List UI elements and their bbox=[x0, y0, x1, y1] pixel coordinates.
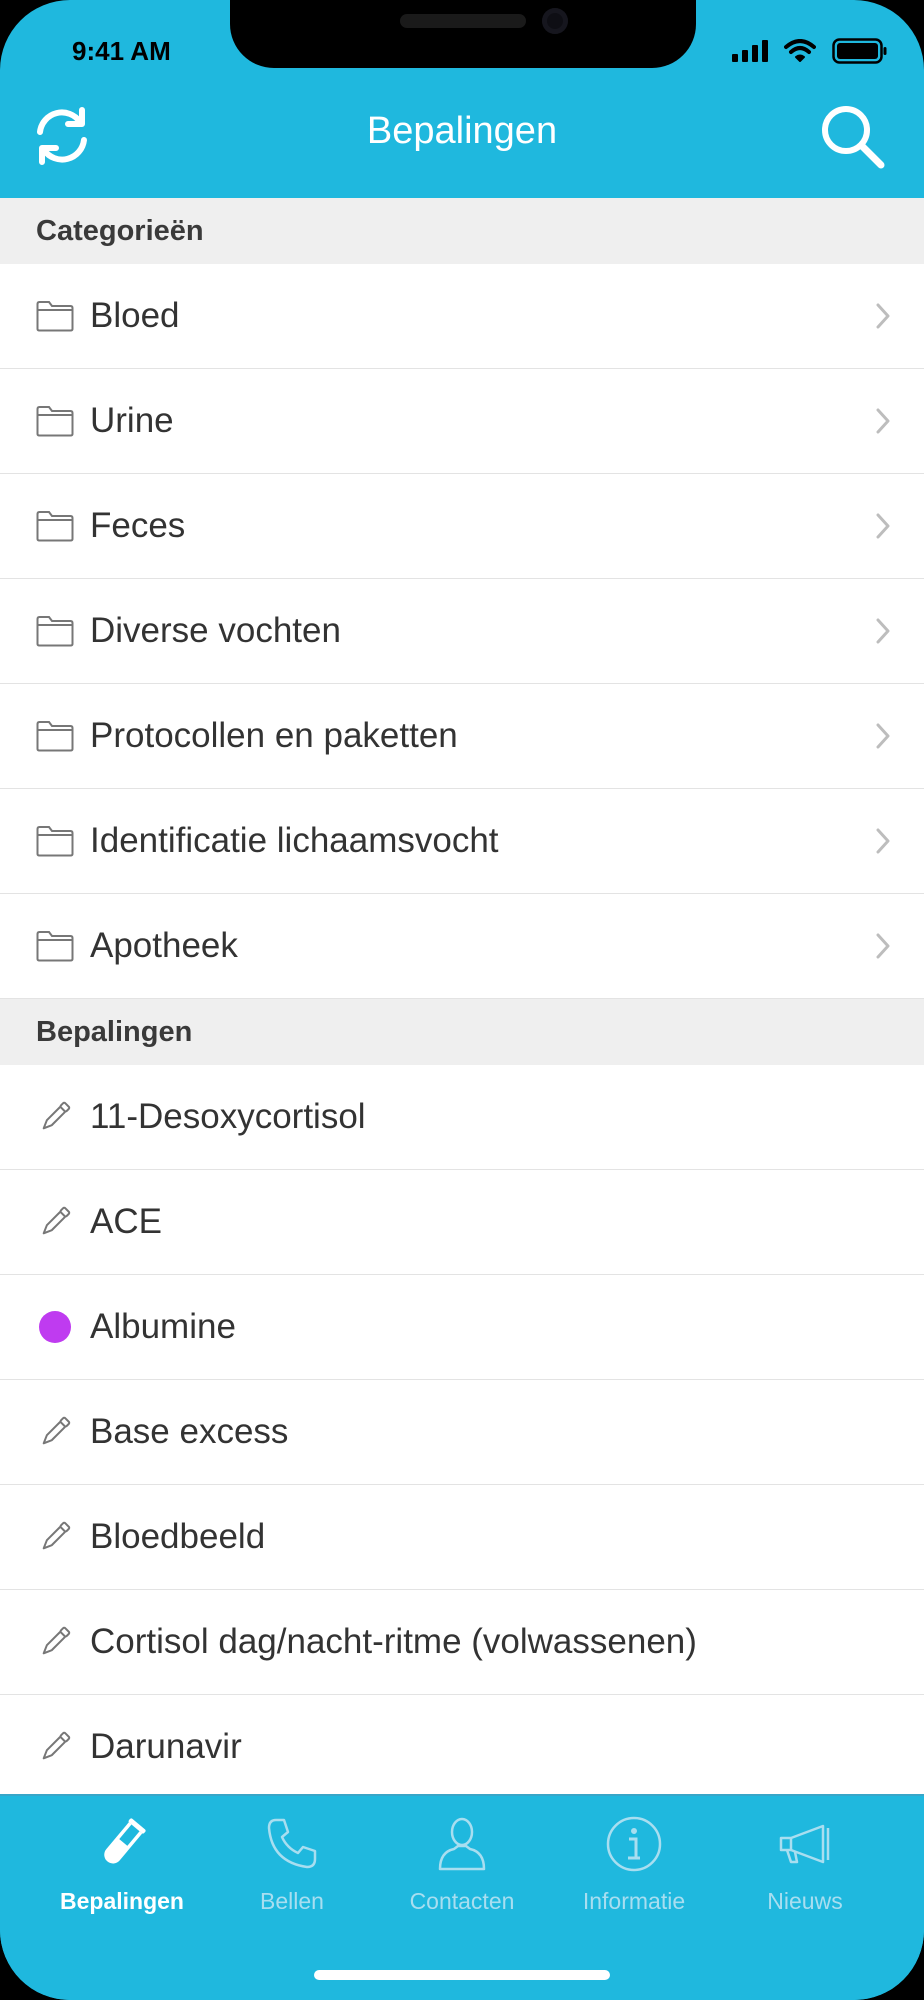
pipette-icon bbox=[36, 1413, 74, 1451]
chevron-right-icon bbox=[872, 404, 894, 438]
speaker bbox=[400, 14, 526, 28]
section-header-categories: Categorieën bbox=[0, 198, 924, 264]
category-row-diverse-vochten[interactable]: Diverse vochten bbox=[0, 579, 924, 684]
home-indicator[interactable] bbox=[314, 1970, 610, 1980]
determination-label: ACE bbox=[90, 1202, 162, 1241]
tab-nieuws[interactable]: Nieuws bbox=[713, 1814, 897, 1915]
tab-label: Informatie bbox=[582, 1888, 686, 1914]
page-title: Bepalingen bbox=[366, 110, 558, 152]
determination-row-11-desoxycortisol[interactable]: 11-Desoxycortisol bbox=[0, 1065, 924, 1170]
folder-icon bbox=[36, 822, 74, 860]
nav-header: Bepalingen bbox=[0, 70, 924, 198]
screen: 9:41 AM Bepalingen Categorieën Bloed Uri… bbox=[0, 0, 924, 2000]
info-icon bbox=[606, 1816, 662, 1872]
status-icons bbox=[732, 38, 888, 64]
category-row-apotheek[interactable]: Apotheek bbox=[0, 894, 924, 999]
determination-label: Albumine bbox=[90, 1307, 236, 1346]
determination-label: Darunavir bbox=[90, 1727, 242, 1766]
person-icon bbox=[438, 1817, 486, 1871]
determination-row-albumine[interactable]: Albumine bbox=[0, 1275, 924, 1380]
category-list: Bloed Urine Feces Diverse vochten Protocolle… bbox=[0, 264, 924, 999]
pipette-icon bbox=[36, 1203, 74, 1241]
notch bbox=[230, 0, 696, 68]
category-label: Apotheek bbox=[90, 926, 238, 965]
pipette-icon bbox=[36, 1623, 74, 1661]
category-label: Diverse vochten bbox=[90, 611, 341, 650]
tab-label: Contacten bbox=[409, 1888, 515, 1914]
pipette-icon bbox=[36, 1728, 74, 1766]
folder-icon bbox=[36, 297, 74, 335]
category-label: Urine bbox=[90, 401, 174, 440]
wifi-icon bbox=[784, 39, 816, 62]
category-row-identificatie-lichaamsvocht[interactable]: Identificatie lichaamsvocht bbox=[0, 789, 924, 894]
chevron-right-icon bbox=[872, 509, 894, 543]
test-tube-icon bbox=[104, 1818, 146, 1864]
tab-label: Bepalingen bbox=[60, 1888, 184, 1914]
chevron-right-icon bbox=[872, 299, 894, 333]
category-row-feces[interactable]: Feces bbox=[0, 474, 924, 579]
determination-label: Bloedbeeld bbox=[90, 1517, 266, 1556]
category-row-bloed[interactable]: Bloed bbox=[0, 264, 924, 369]
determination-label: 11-Desoxycortisol bbox=[90, 1097, 366, 1136]
tab-bellen[interactable]: Bellen bbox=[200, 1814, 384, 1915]
pipette-icon bbox=[36, 1518, 74, 1556]
tab-label: Bellen bbox=[260, 1888, 324, 1914]
folder-icon bbox=[36, 402, 74, 440]
folder-icon bbox=[36, 927, 74, 965]
determination-row-bloedbeeld[interactable]: Bloedbeeld bbox=[0, 1485, 924, 1590]
determination-row-ace[interactable]: ACE bbox=[0, 1170, 924, 1275]
category-label: Bloed bbox=[90, 296, 180, 335]
tab-bepalingen[interactable]: Bepalingen bbox=[30, 1814, 214, 1915]
section-header-determinations: Bepalingen bbox=[0, 999, 924, 1065]
chevron-right-icon bbox=[872, 614, 894, 648]
cellular-signal-icon bbox=[732, 40, 768, 62]
determination-list: 11-Desoxycortisol ACE Albumine Base excess B… bbox=[0, 1065, 924, 1794]
folder-icon bbox=[36, 717, 74, 755]
tab-informatie[interactable]: Informatie bbox=[542, 1814, 726, 1915]
phone-frame: 9:41 AM Bepalingen Categorieën Bloed Uri… bbox=[0, 0, 924, 2000]
pipette-icon bbox=[36, 1098, 74, 1136]
determination-label: Base excess bbox=[90, 1412, 289, 1451]
determination-row-base-excess[interactable]: Base excess bbox=[0, 1380, 924, 1485]
tab-label: Nieuws bbox=[767, 1888, 843, 1914]
chevron-right-icon bbox=[872, 719, 894, 753]
search-icon[interactable] bbox=[818, 102, 886, 170]
megaphone-icon bbox=[779, 1824, 830, 1864]
category-label: Identificatie lichaamsvocht bbox=[90, 821, 499, 860]
folder-icon bbox=[36, 507, 74, 545]
category-row-protocollen-en-paketten[interactable]: Protocollen en paketten bbox=[0, 684, 924, 789]
category-label: Feces bbox=[90, 506, 186, 545]
chevron-right-icon bbox=[872, 929, 894, 963]
determination-row-darunavir[interactable]: Darunavir bbox=[0, 1695, 924, 1794]
tab-contacten[interactable]: Contacten bbox=[370, 1814, 554, 1915]
category-row-urine[interactable]: Urine bbox=[0, 369, 924, 474]
list-content[interactable]: Categorieën Bloed Urine Feces Diverse vocht… bbox=[0, 198, 924, 1794]
determination-label: Cortisol dag/nacht-ritme (volwassenen) bbox=[90, 1622, 697, 1661]
status-time: 9:41 AM bbox=[72, 36, 171, 66]
phone-icon bbox=[267, 1818, 317, 1869]
determination-row-cortisol-dag-nacht-ritme-volwassenen[interactable]: Cortisol dag/nacht-ritme (volwassenen) bbox=[0, 1590, 924, 1695]
purple-dot-icon bbox=[36, 1308, 74, 1346]
folder-icon bbox=[36, 612, 74, 650]
category-label: Protocollen en paketten bbox=[90, 716, 458, 755]
front-camera bbox=[542, 8, 568, 34]
chevron-right-icon bbox=[872, 824, 894, 858]
battery-icon bbox=[832, 38, 887, 64]
